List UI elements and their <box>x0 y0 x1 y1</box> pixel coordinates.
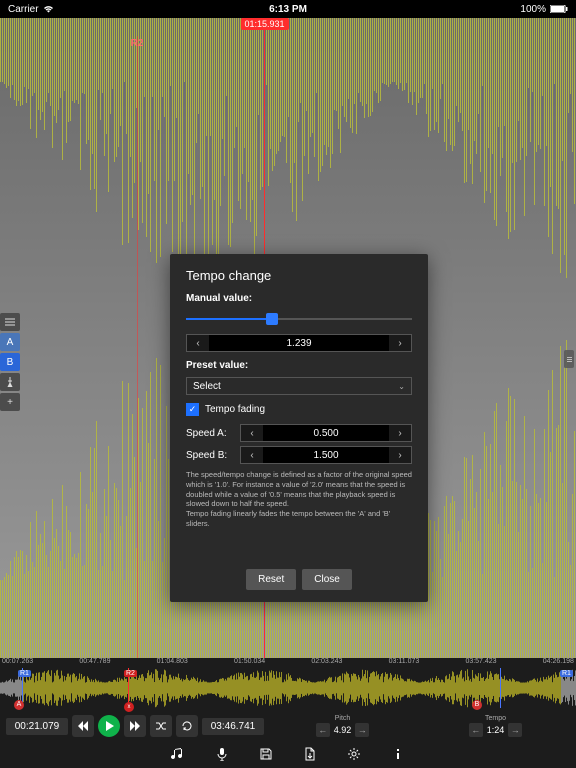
ov-badge-x: x <box>124 702 134 712</box>
preset-value: Select <box>193 381 221 392</box>
ov-badge-a: A <box>14 700 24 710</box>
pitch-control: Pitch ← 4.92 → <box>268 715 417 737</box>
chevron-down-icon: ⌄ <box>398 382 405 391</box>
pitch-label: Pitch <box>335 715 351 722</box>
marker-r2-label: R2 <box>131 38 144 49</box>
manual-value: 1.239 <box>209 335 389 351</box>
side-toolbar: A B + <box>0 313 20 411</box>
speed-b-label: Speed B: <box>186 450 234 461</box>
speed-a-stepper[interactable]: ‹ 0.500 › <box>240 424 412 442</box>
reset-button[interactable]: Reset <box>246 569 296 590</box>
drag-handle-icon[interactable] <box>564 350 574 368</box>
tempo-label: Tempo <box>485 715 506 722</box>
save-icon[interactable] <box>258 746 274 762</box>
manual-value-stepper[interactable]: ‹ 1.239 › <box>186 334 412 352</box>
tempo-up-button[interactable]: → <box>508 723 522 737</box>
pitch-up-button[interactable]: → <box>355 723 369 737</box>
manual-value-slider[interactable] <box>186 310 412 328</box>
chevron-right-icon[interactable]: › <box>389 335 411 351</box>
pitch-down-button[interactable]: ← <box>316 723 330 737</box>
overview-timestamps: 00:07.263 00:47.789 01:04.803 01:50.034 02:0… <box>0 658 576 665</box>
dialog-title: Tempo change <box>186 268 412 283</box>
speed-b-value: 1.500 <box>263 447 389 463</box>
marker-a-button[interactable]: A <box>0 333 20 351</box>
music-icon[interactable] <box>170 746 186 762</box>
bottom-toolbar <box>0 740 576 768</box>
mic-icon[interactable] <box>214 746 230 762</box>
close-button[interactable]: Close <box>302 569 352 590</box>
position-time[interactable]: 00:21.079 <box>6 718 68 735</box>
shuffle-button[interactable] <box>150 715 172 737</box>
forward-button[interactable] <box>124 715 146 737</box>
speed-a-value: 0.500 <box>263 425 389 441</box>
speed-b-stepper[interactable]: ‹ 1.500 › <box>240 446 412 464</box>
tempo-control: Tempo ← 1:24 → <box>421 715 570 737</box>
marker-b-button[interactable]: B <box>0 353 20 371</box>
ov-marker-r1-right <box>500 668 501 708</box>
timestamp: 01:04.803 <box>157 658 188 665</box>
info-icon[interactable] <box>390 746 406 762</box>
speed-a-label: Speed A: <box>186 428 234 439</box>
rewind-button[interactable] <box>72 715 94 737</box>
ov-badge-r1-right-label: R1 <box>560 670 573 677</box>
carrier-label: Carrier <box>8 4 39 15</box>
plus-icon[interactable]: + <box>0 393 20 411</box>
transport-bar: 00:21.079 03:46.741 Pitch ← 4.92 → Tempo… <box>0 712 576 740</box>
timestamp: 00:07.263 <box>2 658 33 665</box>
tempo-down-button[interactable]: ← <box>469 723 483 737</box>
timestamp: 02:03.243 <box>311 658 342 665</box>
chevron-left-icon[interactable]: ‹ <box>241 425 263 441</box>
settings-icon[interactable] <box>346 746 362 762</box>
chevron-right-icon[interactable]: › <box>389 425 411 441</box>
battery-label: 100% <box>520 4 546 15</box>
preset-value-label: Preset value: <box>186 360 412 371</box>
clock: 6:13 PM <box>269 4 307 15</box>
battery-icon <box>550 5 568 13</box>
help-text: The speed/tempo change is defined as a f… <box>186 470 412 529</box>
marker-r2-line <box>137 36 138 658</box>
ov-badge-r1-left: R1 <box>18 670 31 677</box>
export-icon[interactable] <box>302 746 318 762</box>
wifi-icon <box>43 5 54 13</box>
timestamp: 04:26.198 <box>543 658 574 665</box>
total-time[interactable]: 03:46.741 <box>202 718 264 735</box>
chevron-left-icon[interactable]: ‹ <box>241 447 263 463</box>
play-button[interactable] <box>98 715 120 737</box>
loop-button[interactable] <box>176 715 198 737</box>
chevron-left-icon[interactable]: ‹ <box>187 335 209 351</box>
manual-value-label: Manual value: <box>186 293 412 304</box>
chevron-right-icon[interactable]: › <box>389 447 411 463</box>
menu-icon[interactable] <box>0 313 20 331</box>
waveform-main[interactable]: R2 01:15.931 A B + Tempo change Manual v… <box>0 18 576 658</box>
ov-badge-b: B <box>472 700 482 710</box>
tempo-change-dialog: Tempo change Manual value: ‹ 1.239 › Pre… <box>170 254 428 602</box>
timestamp: 03:11.073 <box>389 658 420 665</box>
timestamp: 01:50.034 <box>234 658 265 665</box>
pin-icon[interactable] <box>0 373 20 391</box>
status-bar: Carrier 6:13 PM 100% <box>0 0 576 18</box>
waveform-overview[interactable]: 00:07.263 00:47.789 01:04.803 01:50.034 02:0… <box>0 658 576 712</box>
tempo-fading-label: Tempo fading <box>205 404 265 415</box>
timestamp: 00:47.789 <box>79 658 110 665</box>
playhead-time: 01:15.931 <box>240 18 288 30</box>
timestamp: 03:57.423 <box>465 658 496 665</box>
tempo-fading-checkbox[interactable]: ✓ <box>186 403 199 416</box>
pitch-value: 4.92 <box>334 725 352 735</box>
preset-select[interactable]: Select ⌄ <box>186 377 412 395</box>
tempo-value: 1:24 <box>487 725 505 735</box>
ov-badge-r2: R2 <box>124 670 137 677</box>
